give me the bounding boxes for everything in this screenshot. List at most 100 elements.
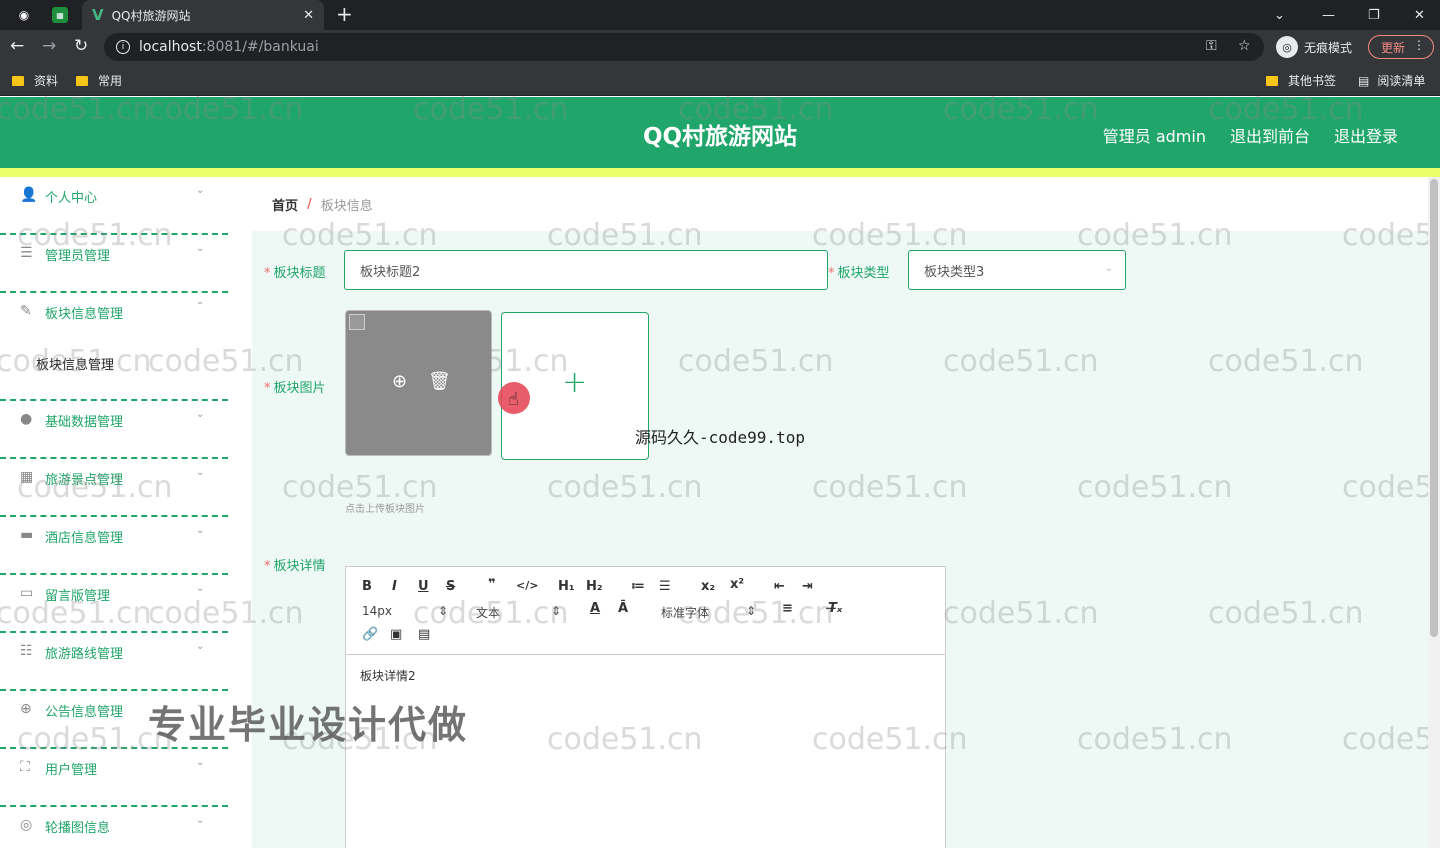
update-button[interactable]: 更新 ⋮ <box>1368 35 1434 59</box>
chevron-down-icon: ⌄ <box>196 409 205 420</box>
sidebar-item-label: 基础数据管理 <box>45 415 124 430</box>
sidebar-item-label: 旅游路线管理 <box>45 647 124 662</box>
chevron-down-icon: ⌄ <box>196 815 205 826</box>
profile-label: 无痕模式 <box>1304 40 1353 55</box>
folder-icon <box>1266 75 1278 86</box>
type-select[interactable]: 板块类型3 ⌄ <box>908 250 1126 290</box>
ordered-list-icon[interactable]: ≔ <box>631 579 645 594</box>
indent-icon[interactable]: ⇥ <box>802 579 813 594</box>
sidebar-item-messages[interactable]: ▭ 留言版管理 ⌄ <box>0 575 228 633</box>
minimize-icon[interactable]: — <box>1322 0 1335 30</box>
block-type-select[interactable]: 文本 <box>476 604 500 621</box>
incognito-profile[interactable]: ◎ 无痕模式 <box>1276 34 1352 60</box>
app-header: QQ村旅游网站 管理员 admin 退出到前台 退出登录 <box>0 97 1440 177</box>
sheets-tab-icon[interactable]: ▦ <box>52 7 68 23</box>
chevron-down-icon: ⌄ <box>1104 263 1113 274</box>
chevron-down-icon: ⌄ <box>196 243 205 254</box>
italic-icon[interactable]: I <box>392 579 397 594</box>
sidebar-item-basic-data[interactable]: ● 基础数据管理 ⌄ <box>0 401 228 459</box>
sidebar-item-routes[interactable]: ☷ 旅游路线管理 ⌄ <box>0 633 228 691</box>
user-icon: 👤 <box>20 187 38 203</box>
logout-link[interactable]: 退出登录 <box>1334 123 1398 147</box>
image-label-text: 板块图片 <box>273 381 326 396</box>
sidebar-item-label: 酒店信息管理 <box>45 531 124 546</box>
updown-icon: ⇕ <box>746 604 757 618</box>
superscript-icon[interactable]: x² <box>730 577 744 592</box>
sidebar-item-personal[interactable]: 👤 个人中心 ⌄ <box>0 177 228 235</box>
chevron-down-icon: ⌄ <box>196 467 205 478</box>
clear-format-icon[interactable]: T̶ₓ <box>828 601 842 616</box>
image-label: * 板块图片 <box>264 381 326 396</box>
close-window-icon[interactable]: ✕ <box>1414 0 1425 30</box>
url-field[interactable]: i localhost:8081/#/bankuai <box>104 33 1264 61</box>
sidebar-subitem-sections[interactable]: 板块信息管理 <box>36 354 114 373</box>
align-icon[interactable]: ≡ <box>782 601 793 616</box>
browser-menu-icon[interactable]: ◉ <box>14 5 34 25</box>
page-scrollbar[interactable] <box>1428 177 1440 848</box>
url-host: localhost <box>139 39 202 55</box>
trash-icon[interactable]: 🗑 <box>428 371 451 392</box>
new-tab-icon[interactable]: + <box>336 2 353 26</box>
chevron-down-icon: ⌄ <box>196 641 205 652</box>
tab-title: QQ村旅游网站 <box>111 8 191 23</box>
tab-close-icon[interactable]: ✕ <box>303 8 314 23</box>
title-input[interactable]: 板块标题2 <box>344 250 828 290</box>
bookmark-folder-2[interactable]: 常用 <box>76 72 122 89</box>
outdent-icon[interactable]: ⇤ <box>774 579 785 594</box>
blockquote-icon[interactable]: ❞ <box>488 577 496 592</box>
restore-icon[interactable]: ❐ <box>1368 0 1380 30</box>
image-icon[interactable]: ▣ <box>390 627 402 642</box>
site-info-icon[interactable]: i <box>116 40 130 54</box>
link-icon[interactable]: 🔗 <box>362 627 378 642</box>
sidebar-item-carousel[interactable]: ◎ 轮播图信息 ⌄ <box>0 807 228 848</box>
sidebar-item-admins[interactable]: ☰ 管理员管理 ⌄ <box>0 235 228 293</box>
address-bar: ← → ↻ i localhost:8081/#/bankuai ⚿ ☆ ◎ 无… <box>0 30 1440 64</box>
sidebar-item-label: 留言版管理 <box>45 589 111 604</box>
hotel-icon: ▬ <box>20 527 34 543</box>
globe-icon: ⊕ <box>20 701 32 717</box>
reading-list-label: 阅读清单 <box>1377 74 1426 88</box>
font-family-select[interactable]: 标准字体 <box>661 604 709 621</box>
chevron-down-icon: ⌄ <box>196 185 205 196</box>
underline-icon[interactable]: U <box>418 579 429 594</box>
bookmark-folder-1[interactable]: 资料 <box>12 72 58 89</box>
tab-search-icon[interactable]: ⌄ <box>1274 0 1285 30</box>
scrollbar-thumb[interactable] <box>1430 179 1438 637</box>
forward-icon[interactable]: → <box>42 36 56 56</box>
bulb-icon: ● <box>20 411 33 427</box>
active-tab[interactable]: V QQ村旅游网站 ✕ <box>82 0 324 30</box>
other-bookmarks[interactable]: 其他书签 <box>1266 72 1336 89</box>
zoom-in-icon[interactable]: ⊕ <box>392 371 407 392</box>
sidebar-item-hotels[interactable]: ▬ 酒店信息管理 ⌄ <box>0 517 228 575</box>
sidebar-item-users[interactable]: ⛶ 用户管理 ⌄ <box>0 749 228 807</box>
bold-icon[interactable]: B <box>362 579 372 594</box>
more-menu-icon[interactable]: ⋮ <box>1413 38 1425 52</box>
bookmark-label: 常用 <box>98 74 123 88</box>
code-icon[interactable]: </> <box>516 579 538 592</box>
update-label: 更新 <box>1381 40 1406 55</box>
bullet-list-icon[interactable]: ☰ <box>659 579 671 594</box>
font-size-select[interactable]: 14px <box>362 604 392 618</box>
video-icon[interactable]: ▤ <box>418 627 430 642</box>
sidebar-item-sections[interactable]: ✎ 板块信息管理 ⌃ 板块信息管理 <box>0 293 228 401</box>
key-icon[interactable]: ⚿ <box>1206 38 1217 54</box>
heading2-icon[interactable]: H₂ <box>586 579 603 594</box>
image-preview[interactable]: ⊕ 🗑 <box>345 310 492 456</box>
breadcrumb-home[interactable]: 首页 <box>272 195 298 214</box>
bookmark-star-icon[interactable]: ☆ <box>1238 38 1251 54</box>
sidebar-item-attractions[interactable]: ▦ 旅游景点管理 ⌄ <box>0 459 228 517</box>
breadcrumb-current: 板块信息 <box>320 198 373 214</box>
subscript-icon[interactable]: x₂ <box>701 579 715 594</box>
background-color-icon[interactable]: Ā <box>618 601 628 616</box>
sidebar-item-label: 板块信息管理 <box>45 307 124 322</box>
back-icon[interactable]: ← <box>10 36 24 56</box>
reload-icon[interactable]: ↻ <box>74 36 88 56</box>
strikethrough-icon[interactable]: S <box>446 579 455 594</box>
editor-content[interactable]: 板块详情2 <box>360 667 416 684</box>
grid-icon: ▦ <box>20 469 34 485</box>
reading-list[interactable]: ▤ 阅读清单 <box>1358 72 1425 89</box>
folder-icon <box>76 75 88 86</box>
heading1-icon[interactable]: H₁ <box>558 579 575 594</box>
back-to-front-link[interactable]: 退出到前台 <box>1230 123 1310 147</box>
font-color-icon[interactable]: A <box>590 601 600 616</box>
